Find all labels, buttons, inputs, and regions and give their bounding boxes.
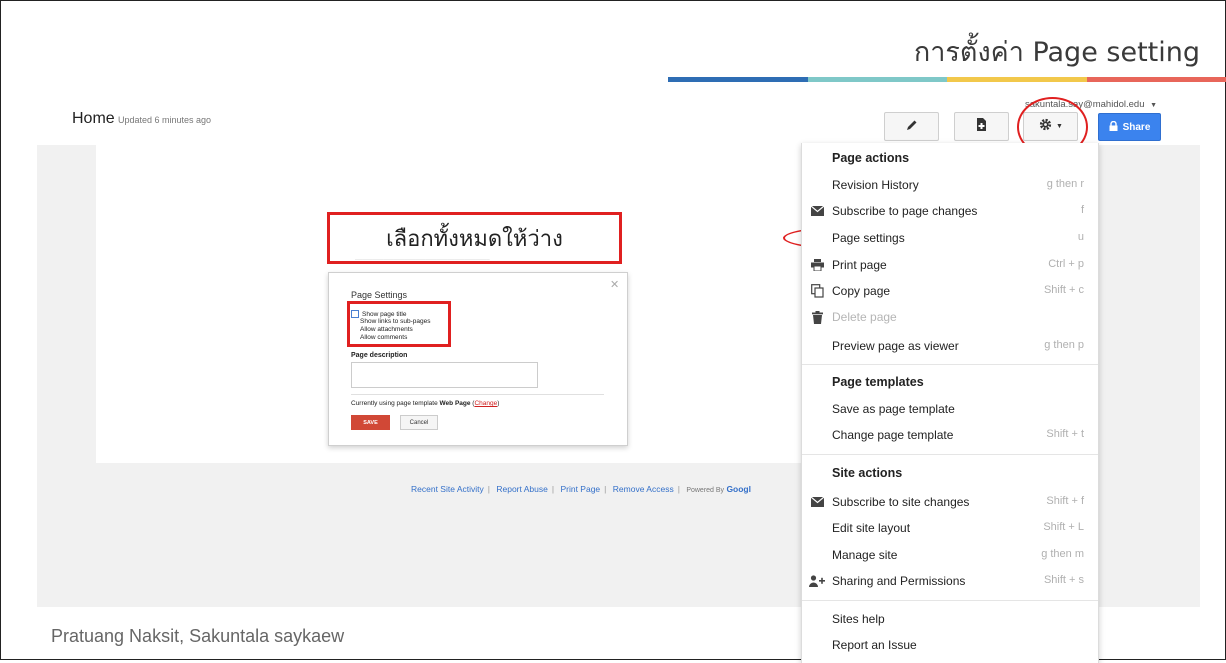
menu-item-copy-page[interactable]: Copy pageShift + c: [832, 284, 1084, 298]
save-button[interactable]: SAVE: [351, 415, 390, 430]
option-label: Allow comments: [360, 334, 407, 341]
template-prefix: Currently using page template: [351, 400, 438, 407]
menu-item-report-issue[interactable]: Report an Issue: [832, 638, 1084, 652]
menu-divider: [802, 454, 1098, 455]
option-label: Show page title: [362, 311, 406, 318]
envelope-icon: [809, 495, 825, 509]
stripe-yellow: [947, 77, 1087, 82]
footer-link-remove-access[interactable]: Remove Access: [613, 484, 674, 494]
cancel-button[interactable]: Cancel: [400, 415, 438, 430]
color-stripes: [668, 77, 1226, 82]
option-show-page-title[interactable]: Show page title: [351, 310, 406, 318]
last-updated: Updated 6 minutes ago: [118, 115, 211, 125]
page-name: Home: [72, 110, 115, 128]
stripe-red: [1087, 77, 1226, 82]
menu-item-sites-help[interactable]: Sites help: [832, 612, 1084, 626]
menu-header-page-actions: Page actions: [832, 151, 909, 165]
footer-link-print-page[interactable]: Print Page: [560, 484, 600, 494]
option-allow-attachments[interactable]: Allow attachments: [360, 326, 413, 333]
powered-by: Powered By: [686, 487, 724, 494]
menu-item-page-settings[interactable]: Page settingsu: [832, 231, 1084, 245]
menu-divider: [802, 364, 1098, 365]
more-actions-menu: Page actions Revision Historyg then r Su…: [801, 143, 1099, 663]
menu-item-preview-as-viewer[interactable]: Preview page as viewerg then p: [832, 339, 1084, 353]
menu-item-sharing-permissions[interactable]: Sharing and PermissionsShift + s: [832, 574, 1084, 588]
menu-item-change-template[interactable]: Change page templateShift + t: [832, 428, 1084, 442]
menu-item-manage-site[interactable]: Manage siteg then m: [832, 548, 1084, 562]
lock-icon: [1109, 121, 1118, 134]
new-page-icon: [976, 118, 987, 136]
chevron-down-icon: ▼: [1150, 102, 1157, 109]
share-button[interactable]: Share: [1098, 113, 1161, 141]
menu-item-revision-history[interactable]: Revision Historyg then r: [832, 178, 1084, 192]
faded-page-footer: ──────────────────────────────────────: [355, 257, 490, 263]
description-label: Page description: [351, 352, 407, 359]
google-link[interactable]: Googl: [726, 484, 751, 494]
menu-item-save-template[interactable]: Save as page template: [832, 402, 1084, 416]
slide-title: การตั้งค่า Page setting: [914, 30, 1200, 73]
new-page-button[interactable]: [954, 112, 1009, 141]
description-input[interactable]: [351, 362, 538, 388]
pencil-icon: [906, 118, 918, 136]
option-show-subpage-links[interactable]: Show links to sub-pages: [360, 318, 430, 325]
divider: [351, 394, 604, 395]
page-settings-dialog: Page Settings ✕ Show page title Show lin…: [328, 272, 628, 446]
menu-header-site-actions: Site actions: [832, 466, 902, 480]
share-label: Share: [1123, 122, 1151, 133]
option-label: Allow attachments: [360, 326, 413, 333]
printer-icon: [809, 258, 825, 272]
stripe-blue: [668, 77, 808, 82]
menu-header-page-templates: Page templates: [832, 375, 924, 389]
stripe-teal: [808, 77, 948, 82]
add-user-icon: [809, 574, 825, 588]
menu-divider: [802, 600, 1098, 601]
menu-item-subscribe-page[interactable]: Subscribe to page changesf: [832, 204, 1084, 218]
copy-icon: [809, 284, 825, 298]
trash-icon: [809, 310, 825, 324]
change-template-link[interactable]: Change: [474, 400, 497, 407]
menu-item-edit-layout[interactable]: Edit site layoutShift + L: [832, 521, 1084, 535]
dialog-title: Page Settings: [351, 290, 407, 300]
template-info: Currently using page template Web Page (…: [351, 400, 499, 407]
option-allow-comments[interactable]: Allow comments: [360, 334, 407, 341]
template-name: Web Page: [440, 400, 471, 407]
close-icon[interactable]: ✕: [610, 278, 619, 291]
checkbox[interactable]: [351, 310, 359, 318]
slide-author: Pratuang Naksit, Sakuntala saykaew: [51, 626, 344, 647]
menu-item-print-page[interactable]: Print pageCtrl + p: [832, 258, 1084, 272]
envelope-icon: [809, 204, 825, 218]
edit-page-button[interactable]: [884, 112, 939, 141]
option-label: Show links to sub-pages: [360, 318, 430, 325]
footer-link-recent-activity[interactable]: Recent Site Activity: [411, 484, 484, 494]
menu-item-subscribe-site[interactable]: Subscribe to site changesShift + f: [832, 495, 1084, 509]
footer-link-report-abuse[interactable]: Report Abuse: [496, 484, 548, 494]
menu-item-delete-page: Delete page: [832, 310, 1084, 324]
site-footer: Recent Site Activity| Report Abuse| Prin…: [411, 484, 751, 494]
